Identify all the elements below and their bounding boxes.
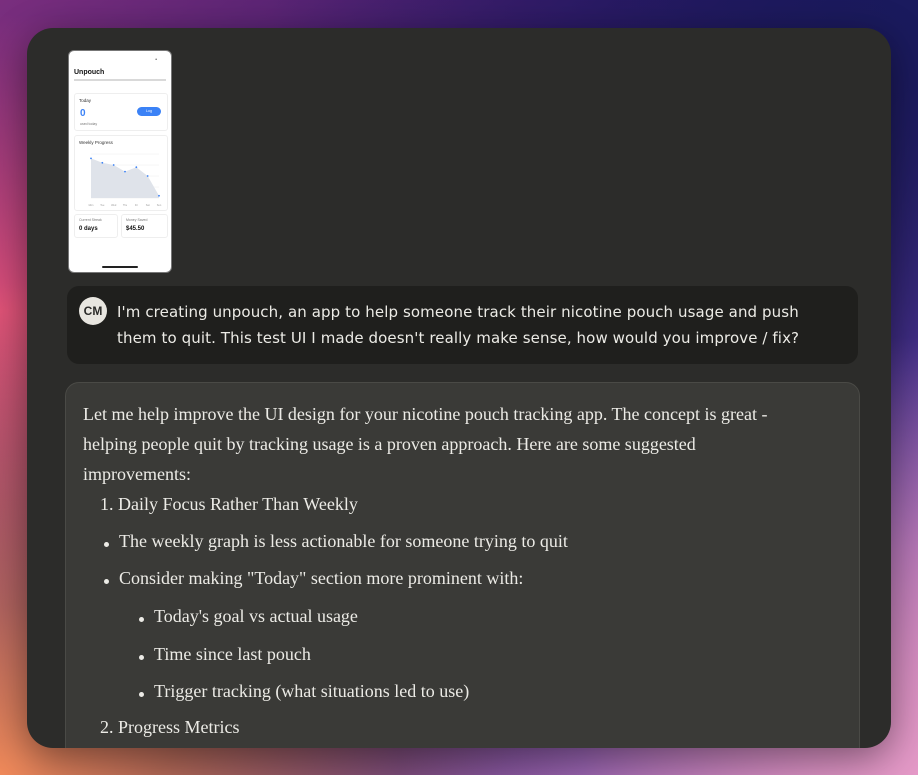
sub-bullet-item: Time since last pouch [154, 644, 311, 664]
chart-x-tick: Wed [111, 204, 117, 207]
chart-point [90, 157, 92, 160]
sub-bullet-item: Today's goal vs actual usage [154, 606, 358, 626]
thumb-streak-card: Current Streak 0 days [74, 214, 118, 238]
chart-x-tick: Fri [135, 204, 138, 207]
user-message-text: I'm creating unpouch, an app to help som… [117, 303, 800, 347]
chart-point [158, 194, 160, 197]
chart-point [146, 175, 149, 177]
thumb-log-button: Log [137, 107, 161, 116]
chart-point [135, 166, 138, 169]
attached-image-thumbnail[interactable]: • Unpouch Today 0 used today Log Weekly … [68, 50, 172, 273]
thumb-subtitle-line [74, 79, 166, 81]
thumb-weekly-chart: Mon Tue Wed Thu Fri Sat Sun [89, 153, 162, 207]
sub-bullet-item: Trigger tracking (what situations led to… [154, 681, 470, 701]
bullet-dot [104, 579, 109, 584]
assistant-message: Let me help improve the UI design for yo… [65, 382, 860, 748]
thumb-today-sub: used today [80, 122, 98, 126]
chart-x-tick: Tue [100, 204, 105, 207]
sub-bullet-dot [139, 655, 144, 660]
sub-bullet-dot [139, 692, 144, 697]
thumb-streak-value: 0 days [79, 226, 98, 232]
chart-x-tick: Thu [123, 204, 128, 207]
bullet-item: The weekly graph is less actionable for … [119, 531, 568, 551]
user-message: CM I'm creating unpouch, an app to help … [67, 286, 858, 364]
list-item-2: 2. Progress Metrics [100, 717, 240, 737]
chart-x-tick: Sun [157, 204, 162, 207]
assistant-intro-text: Let me help improve the UI design for yo… [83, 404, 768, 484]
user-avatar: CM [79, 297, 107, 325]
thumb-home-indicator [102, 266, 138, 268]
chart-x-tick: Mon [89, 204, 94, 207]
chart-point [101, 161, 104, 164]
chart-point [112, 164, 115, 166]
assistant-intro: Let me help improve the UI design for yo… [83, 399, 803, 489]
thumb-today-value: 0 [80, 108, 86, 119]
thumb-money-label: Money Saved [126, 218, 148, 222]
chart-point [124, 170, 126, 173]
sub-bullet-dot [139, 617, 144, 622]
thumb-weekly-card: Weekly Progress Mon Tue Wed Thu Fri Sat Sun [74, 135, 168, 211]
chart-x-tick: Sat [146, 204, 150, 207]
chart-area [91, 158, 159, 198]
chat-window: • Unpouch Today 0 used today Log Weekly … [27, 28, 891, 748]
thumb-app-title: Unpouch [74, 69, 105, 76]
bullet-item: Consider making "Today" section more pro… [119, 568, 524, 588]
thumb-streak-label: Current Streak [79, 218, 102, 222]
thumb-money-value: $45.50 [126, 226, 145, 232]
bullet-dot [104, 542, 109, 547]
thumb-today-label: Today [79, 98, 92, 103]
thumb-today-card: Today 0 used today Log [74, 93, 168, 131]
status-icon: • [155, 57, 157, 63]
thumb-money-card: Money Saved $45.50 [121, 214, 168, 238]
list-item-1: 1. Daily Focus Rather Than Weekly [100, 494, 358, 514]
